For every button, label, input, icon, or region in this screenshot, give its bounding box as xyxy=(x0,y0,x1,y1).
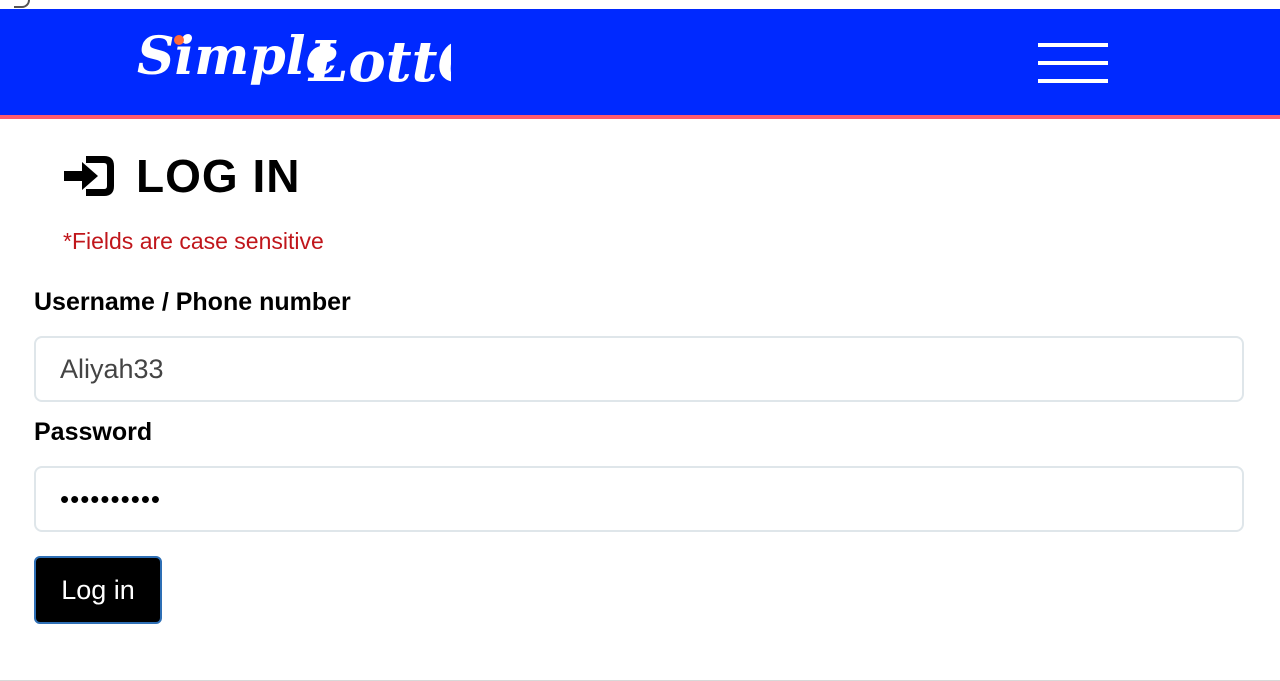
username-label: Username / Phone number xyxy=(34,288,351,316)
browser-top-strip xyxy=(0,0,1280,9)
site-header: Simple LottO xyxy=(0,9,1280,115)
sign-in-icon xyxy=(64,156,114,196)
page-title: LOG IN xyxy=(136,150,301,202)
simple-lotto-logo[interactable]: Simple LottO xyxy=(133,9,451,113)
menu-bar xyxy=(1038,79,1108,83)
menu-bar xyxy=(1038,43,1108,47)
login-heading: LOG IN xyxy=(62,148,300,204)
header-accent-line xyxy=(0,115,1280,119)
password-label: Password xyxy=(34,418,153,446)
menu-bar xyxy=(1038,61,1108,65)
login-button[interactable]: Log in xyxy=(34,556,162,624)
logo-dot xyxy=(174,35,184,45)
password-input[interactable] xyxy=(34,466,1244,532)
logo-word-lotto: LottO xyxy=(307,29,451,95)
username-input[interactable] xyxy=(34,336,1244,402)
case-sensitive-note: *Fields are case sensitive xyxy=(63,228,324,254)
hamburger-menu-icon[interactable] xyxy=(1036,42,1110,86)
logo-graphic: Simple LottO xyxy=(133,9,451,113)
corner-decoration xyxy=(14,0,30,8)
